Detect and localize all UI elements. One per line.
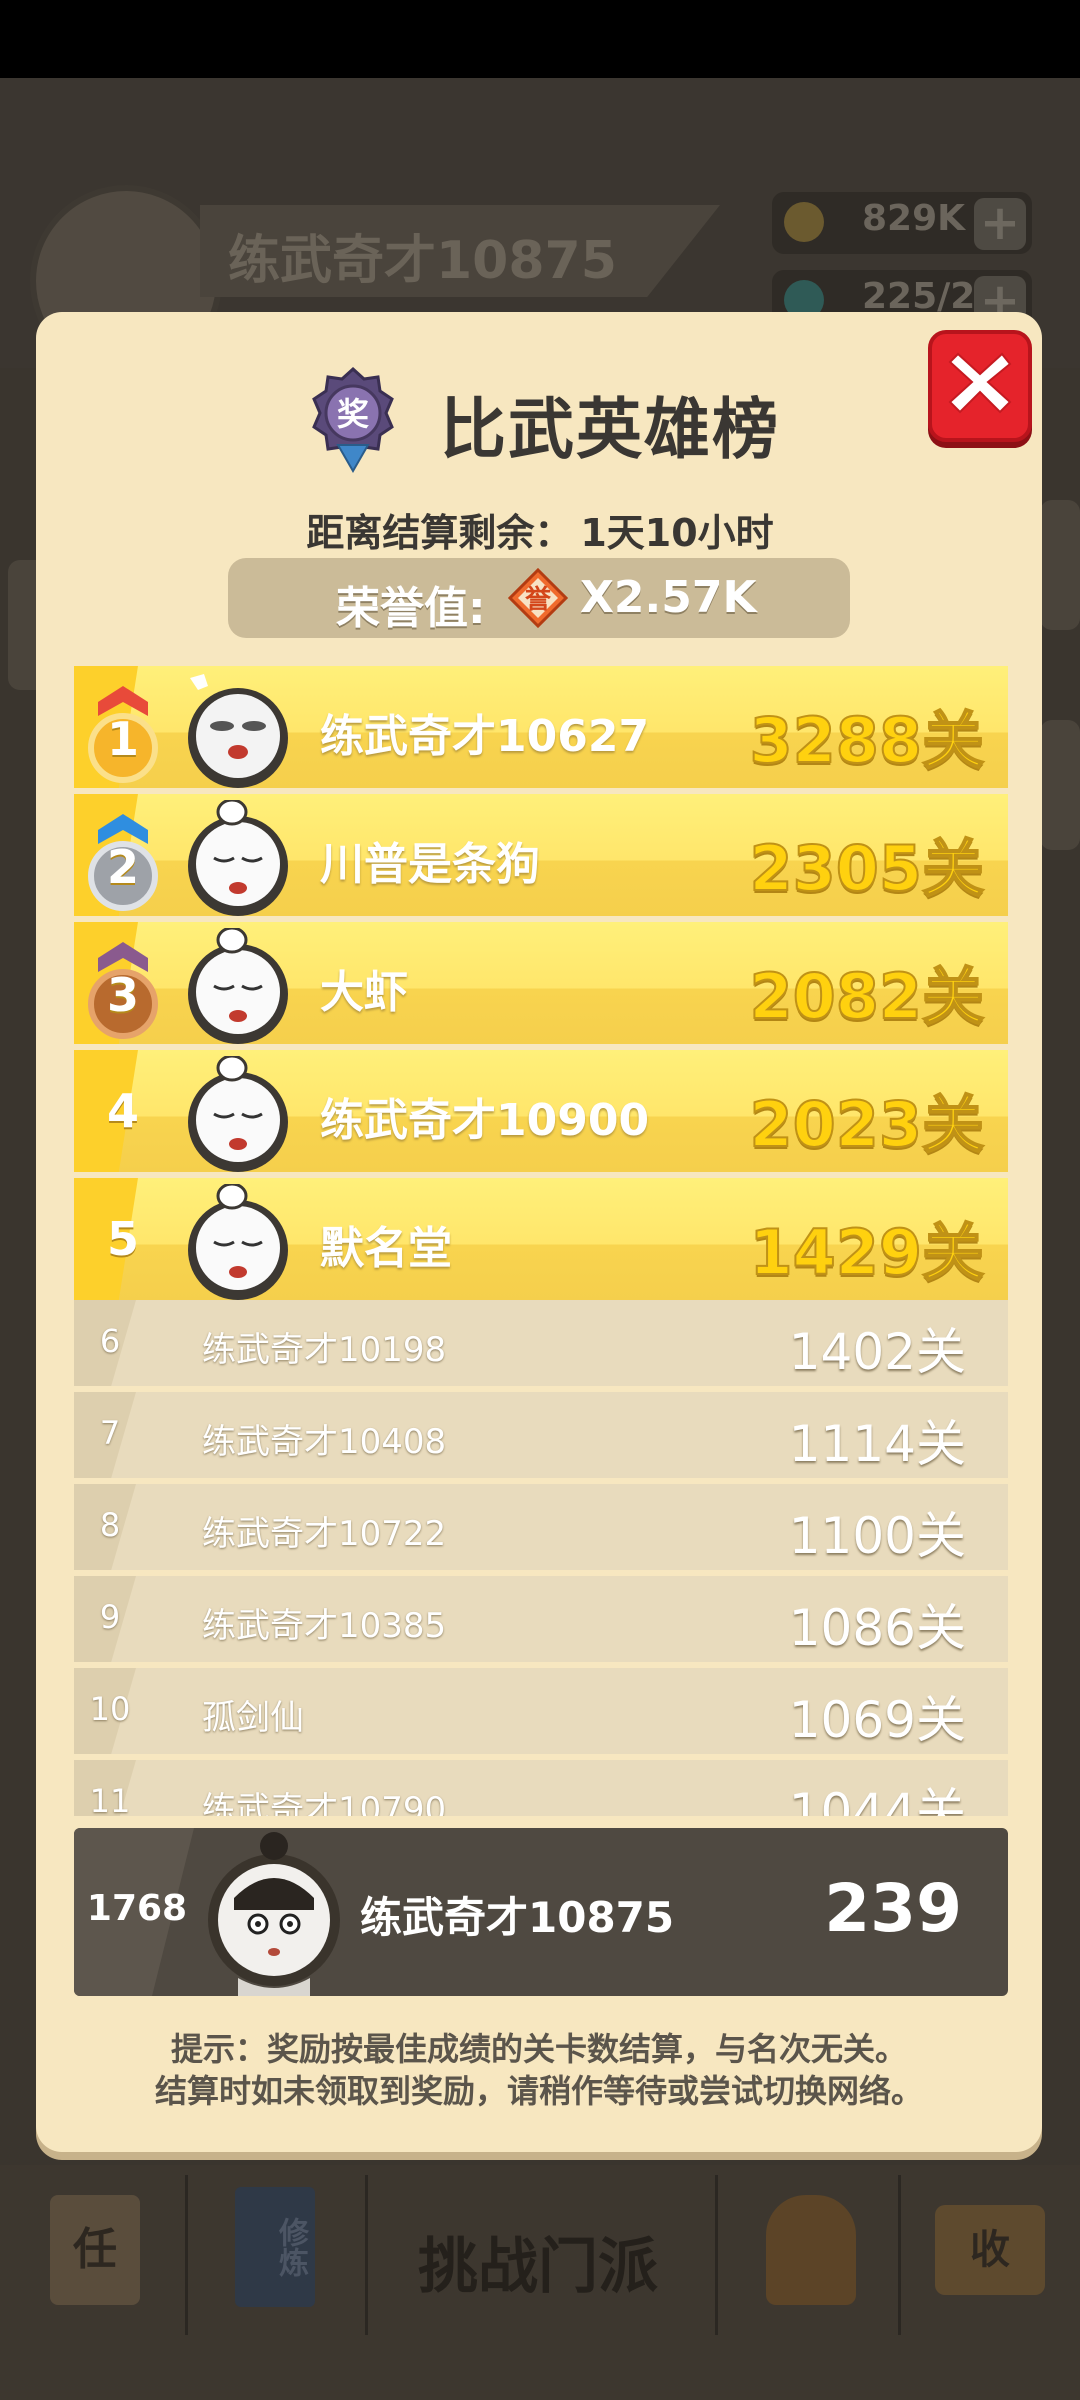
- ranking-row-2[interactable]: 2 川普是条狗 2305关: [74, 794, 1008, 916]
- ranking-list[interactable]: 1 练武奇才10627 3288关 2 川普是条狗 2305关 3 大虾 208…: [74, 666, 1008, 1816]
- player-score: 1069关: [788, 1691, 966, 1749]
- player-score: 1044关: [788, 1783, 966, 1816]
- my-rank-number: 1768: [86, 1888, 188, 1929]
- countdown-value: 1天10小时: [580, 511, 774, 555]
- leader-score: 2305关: [748, 831, 985, 906]
- honor-token-text: 誉: [525, 585, 552, 615]
- player-name: 练武奇才10875: [228, 231, 617, 291]
- practice-book-icon: 修炼: [235, 2187, 315, 2307]
- honor-label: 荣誉值:: [336, 583, 486, 634]
- collect-chest-icon: 收: [935, 2205, 1045, 2295]
- leader-score: 1429关: [748, 1215, 985, 1290]
- honor-token-icon: 誉: [508, 568, 568, 628]
- tab-challenge-sect[interactable]: 挑战门派: [418, 2218, 658, 2305]
- rank-number: 6: [99, 1322, 121, 1360]
- leader-avatar-1[interactable]: [182, 672, 294, 790]
- tab-task[interactable]: 任: [0, 2175, 188, 2335]
- tab-helmet[interactable]: [715, 2175, 901, 2335]
- close-icon: [948, 352, 1012, 414]
- rank-number: 2: [106, 840, 139, 894]
- my-ranking-row: 1768 练武奇才10875 239: [74, 1828, 1008, 1996]
- ranking-row-5[interactable]: 5 默名堂 1429关: [74, 1178, 1008, 1300]
- ranking-row-4[interactable]: 4 练武奇才10900 2023关: [74, 1050, 1008, 1172]
- ranking-row-9[interactable]: 9 练武奇才10385 1086关: [74, 1576, 1008, 1662]
- tab-practice[interactable]: 修炼: [185, 2175, 368, 2335]
- reward-hint: 提示：奖励按最佳成绩的关卡数结算，与名次无关。 结算时如未领取到奖励，请稍作等待…: [36, 2028, 1042, 2112]
- rank-number: 3: [106, 968, 139, 1022]
- award-badge-icon: 奖: [312, 366, 394, 473]
- player-name: 孤剑仙: [202, 1698, 304, 1738]
- ranking-row-8[interactable]: 8 练武奇才10722 1100关: [74, 1484, 1008, 1570]
- modal-title: 比武英雄榜: [440, 391, 780, 468]
- player-score: 1086关: [788, 1599, 966, 1657]
- leader-score: 2023关: [748, 1087, 985, 1162]
- coin-counter: 829K +: [772, 192, 1032, 254]
- player-score: 1114关: [788, 1415, 966, 1473]
- add-coin-button[interactable]: +: [974, 198, 1026, 250]
- rank-number: 8: [99, 1506, 121, 1544]
- ranking-row-3[interactable]: 3 大虾 2082关: [74, 922, 1008, 1044]
- leader-avatar-3[interactable]: [182, 928, 294, 1046]
- close-button[interactable]: [928, 330, 1032, 442]
- leader-name: 川普是条狗: [320, 839, 540, 890]
- player-name: 练武奇才10408: [202, 1422, 447, 1462]
- countdown-text: 距离结算剩余： 1天10小时: [0, 502, 1080, 557]
- player-score: 1402关: [788, 1323, 966, 1381]
- my-name: 练武奇才10875: [360, 1893, 675, 1942]
- rank-number: 1: [106, 712, 139, 766]
- ranking-row-10[interactable]: 10 孤剑仙 1069关: [74, 1668, 1008, 1754]
- leader-avatar-2[interactable]: [182, 800, 294, 918]
- hint-line-1: 提示：奖励按最佳成绩的关卡数结算，与名次无关。: [170, 2030, 907, 2068]
- hint-line-2: 结算时如未领取到奖励，请稍作等待或尝试切换网络。: [154, 2072, 923, 2110]
- rank-number: 11: [89, 1782, 131, 1816]
- leader-name: 默名堂: [320, 1223, 452, 1274]
- ranking-row-11[interactable]: 11 练武奇才10790 1044关: [74, 1760, 1008, 1816]
- leader-name: 练武奇才10900: [320, 1095, 650, 1146]
- leader-score: 2082关: [748, 959, 985, 1034]
- rank-number: 7: [99, 1414, 121, 1452]
- leader-name: 大虾: [320, 967, 408, 1018]
- rank-number: 9: [99, 1598, 121, 1636]
- task-scroll-icon: 任: [50, 2195, 140, 2305]
- honor-value-bar: 荣誉值: 誉 X2.57K: [228, 558, 850, 638]
- my-avatar: [208, 1832, 340, 1996]
- side-button-right-2[interactable]: [1040, 720, 1080, 850]
- rank-number: 10: [89, 1690, 131, 1728]
- leader-score: 3288关: [748, 703, 985, 778]
- award-badge-text: 奖: [337, 395, 369, 433]
- tab-collect[interactable]: 收: [895, 2175, 1080, 2335]
- countdown-label: 距离结算剩余：: [306, 511, 573, 555]
- ranking-row-7[interactable]: 7 练武奇才10408 1114关: [74, 1392, 1008, 1478]
- ranking-row-6[interactable]: 6 练武奇才10198 1402关: [74, 1300, 1008, 1386]
- leader-avatar-4[interactable]: [182, 1056, 294, 1174]
- rank-number: 5: [106, 1212, 139, 1266]
- leader-name: 练武奇才10627: [320, 711, 650, 762]
- ranking-row-1[interactable]: 1 练武奇才10627 3288关: [74, 666, 1008, 788]
- player-score: 1100关: [788, 1507, 966, 1565]
- player-name: 练武奇才10790: [202, 1790, 447, 1816]
- player-name: 练武奇才10198: [202, 1330, 447, 1370]
- my-score: 239: [824, 1870, 962, 1947]
- leader-avatar-5[interactable]: [182, 1184, 294, 1302]
- helmet-icon: [766, 2195, 856, 2305]
- player-name: 练武奇才10385: [202, 1606, 447, 1646]
- honor-value: X2.57K: [580, 572, 757, 623]
- player-name: 练武奇才10722: [202, 1514, 447, 1554]
- rank-number: 4: [106, 1084, 139, 1138]
- coin-amount: 829K: [862, 198, 966, 239]
- coin-icon: [784, 202, 824, 242]
- status-bar: [0, 0, 1080, 78]
